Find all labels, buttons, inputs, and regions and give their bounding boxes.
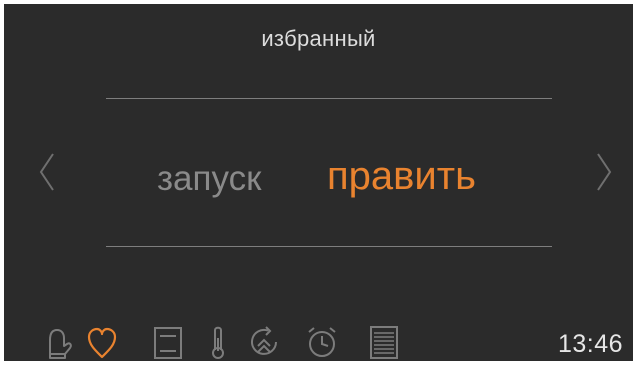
divider-bottom bbox=[106, 246, 552, 247]
heart-icon[interactable] bbox=[84, 324, 120, 360]
option-edit[interactable]: править bbox=[327, 154, 476, 199]
bottom-toolbar: 13:46 bbox=[4, 324, 633, 361]
oven-mitt-icon[interactable] bbox=[40, 324, 76, 360]
thermometer-icon[interactable] bbox=[200, 324, 236, 360]
page-title: избранный bbox=[261, 26, 376, 51]
chevron-left-icon[interactable] bbox=[38, 152, 56, 192]
option-launch[interactable]: запуск bbox=[157, 159, 261, 199]
chevron-right-icon[interactable] bbox=[595, 152, 613, 192]
cycle-icon[interactable] bbox=[246, 324, 282, 360]
clock-time: 13:46 bbox=[557, 330, 623, 358]
list-icon[interactable] bbox=[366, 324, 402, 360]
display-screen: избранный запуск править 13:46 bbox=[4, 4, 633, 361]
panel-icon[interactable] bbox=[150, 324, 186, 360]
divider-top bbox=[106, 98, 552, 99]
alarm-clock-icon[interactable] bbox=[304, 324, 340, 360]
